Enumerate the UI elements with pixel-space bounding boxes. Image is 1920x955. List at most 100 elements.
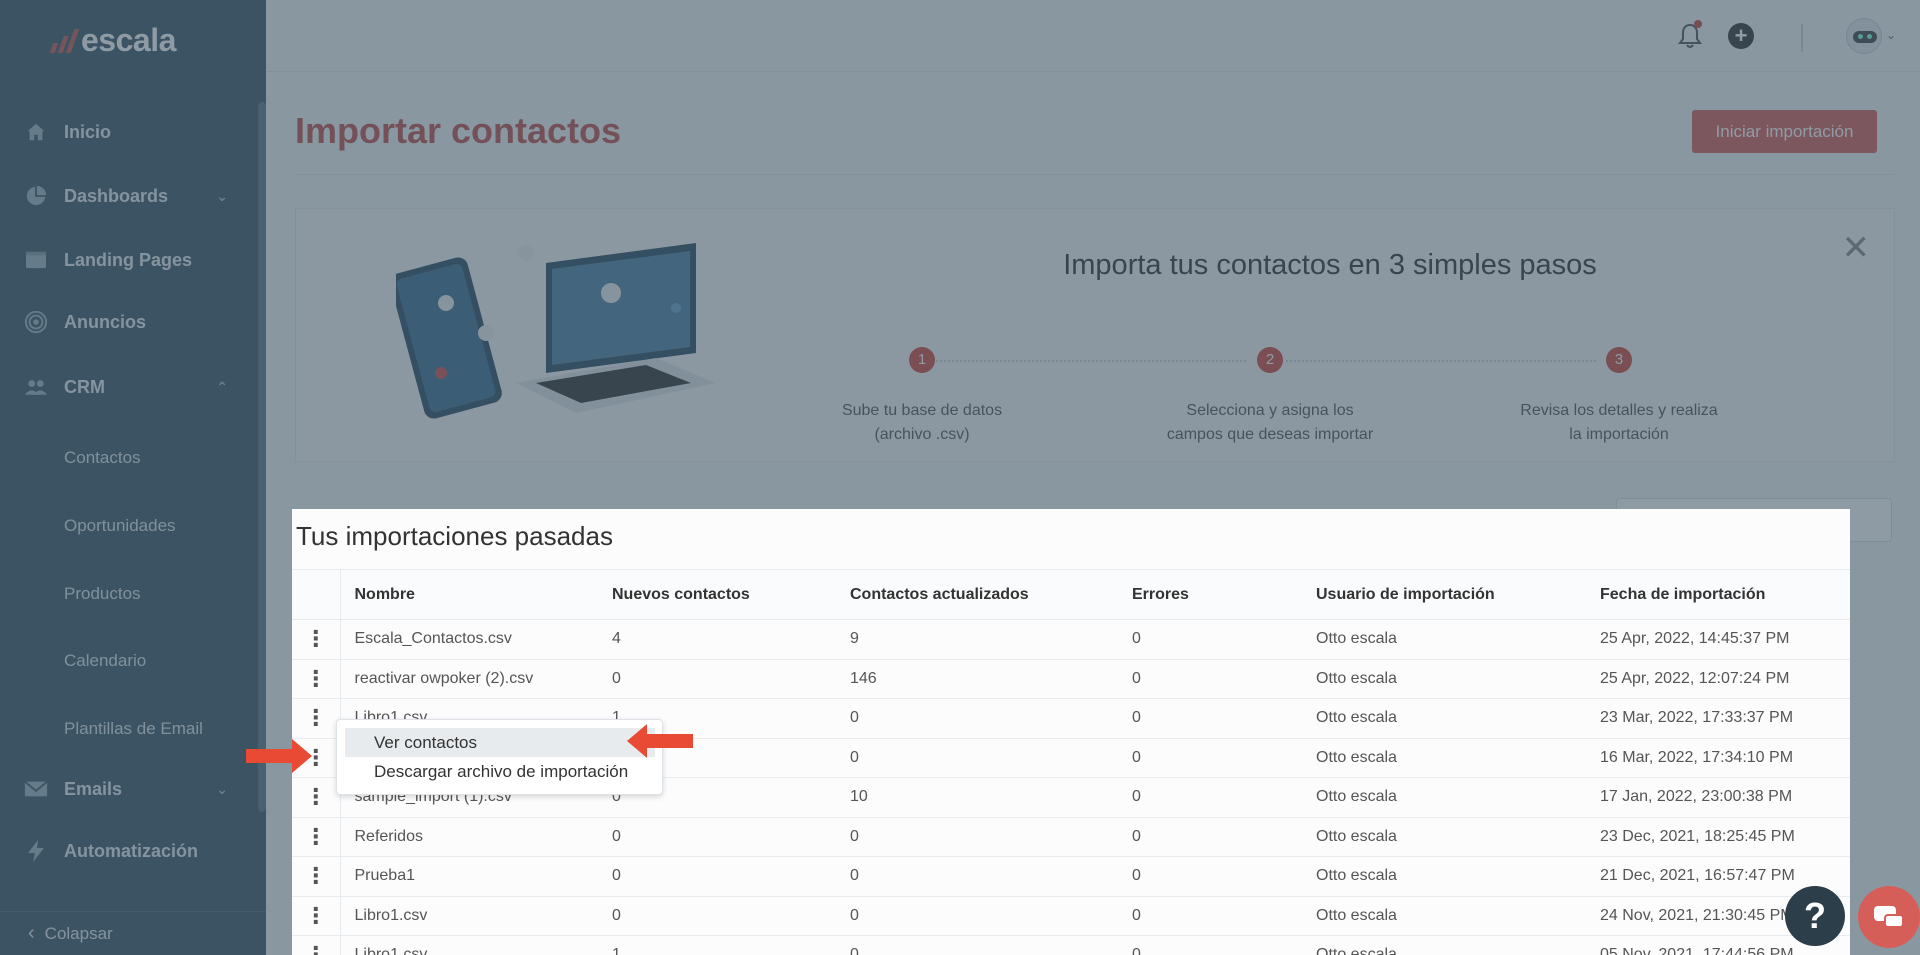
help-button[interactable]: ? <box>1785 886 1845 946</box>
column-header[interactable]: Contactos actualizados <box>850 569 1132 620</box>
step-description: Selecciona y asigna los campos que desea… <box>1166 402 1374 443</box>
sidebar-item-label: Emails <box>64 778 123 799</box>
cell-nuevos: 0 <box>612 856 850 897</box>
cell-nuevos: 1 <box>612 935 850 955</box>
step-connector <box>936 360 1246 362</box>
notifications-bell-icon[interactable] <box>1676 20 1704 50</box>
topbar: + ⌄ <box>266 0 1920 72</box>
menu-item-ver-contactos[interactable]: Ver contactos <box>345 728 655 757</box>
sidebar-subitem-plantillas-email[interactable]: Plantillas de Email <box>64 719 203 739</box>
cell-usuario: Otto escala <box>1316 698 1600 739</box>
sidebar: escala Inicio Dashboards ⌄ Landing Pages… <box>0 0 266 955</box>
cell-usuario: Otto escala <box>1316 659 1600 699</box>
step-number: 1 <box>909 347 935 373</box>
step-description: Revisa los detalles y realiza la importa… <box>1520 402 1718 443</box>
sidebar-subitem-contactos[interactable]: Contactos <box>64 448 141 468</box>
cell-errores: 0 <box>1132 817 1316 857</box>
sidebar-item-label: Landing Pages <box>64 249 193 270</box>
chevron-down-icon[interactable]: ⌄ <box>1886 28 1896 42</box>
cell-fecha: 23 Dec, 2021, 18:25:45 PM <box>1600 817 1850 857</box>
row-actions-kebab-icon[interactable]: ⋮ <box>292 659 341 699</box>
pie-chart-icon <box>24 184 48 208</box>
cell-errores: 0 <box>1132 698 1316 739</box>
column-header[interactable]: Fecha de importación <box>1600 569 1850 620</box>
row-actions-kebab-icon[interactable]: ⋮ <box>292 856 341 897</box>
sidebar-item-dashboards[interactable]: Dashboards ⌄ <box>0 174 258 218</box>
cell-usuario: Otto escala <box>1316 856 1600 897</box>
sidebar-item-inicio[interactable]: Inicio <box>0 110 258 154</box>
cell-nombre: Escala_Contactos.csv <box>340 619 612 660</box>
row-actions-menu: Ver contactos Descargar archivo de impor… <box>336 719 663 795</box>
cell-nuevos: 0 <box>612 896 850 936</box>
cell-errores: 0 <box>1132 738 1316 778</box>
cell-nombre: Libro1.csv <box>340 935 612 955</box>
cell-usuario: Otto escala <box>1316 896 1600 936</box>
column-header[interactable]: Errores <box>1132 569 1316 620</box>
collapse-label: Colapsar <box>44 923 113 943</box>
table-row[interactable]: ⋮ Libro1.csv 1 0 0 Otto escala 05 Nov, 2021, 1… <box>292 935 1850 955</box>
sidebar-item-emails[interactable]: Emails ⌄ <box>0 767 258 811</box>
sidebar-item-crm[interactable]: CRM ⌃ <box>0 365 258 409</box>
column-header[interactable]: Nuevos contactos <box>612 569 850 620</box>
escala-logo[interactable]: escala <box>49 22 176 59</box>
row-actions-kebab-icon[interactable]: ⋮ <box>292 935 341 955</box>
collapse-sidebar-button[interactable]: ‹ Colapsar <box>0 911 266 955</box>
cell-errores: 0 <box>1132 856 1316 897</box>
add-button[interactable]: + <box>1727 22 1755 50</box>
logo-text: escala <box>81 22 176 58</box>
cell-nombre: reactivar owpoker (2).csv <box>340 659 612 699</box>
table-header-row: Nombre Nuevos contactos Contactos actual… <box>292 569 1850 620</box>
banner-title: Importa tus contactos en 3 simples pasos <box>1063 249 1597 281</box>
table-row[interactable]: ⋮ Libro1.csv 0 0 0 Otto escala 24 Nov, 2021, 2… <box>292 896 1850 936</box>
sidebar-item-label: Inicio <box>64 121 112 142</box>
bolt-icon <box>24 839 48 863</box>
menu-item-descargar-archivo[interactable]: Descargar archivo de importación <box>345 757 655 786</box>
sidebar-subitem-calendario[interactable]: Calendario <box>64 651 146 671</box>
cell-actualizados: 0 <box>850 896 1132 936</box>
step-description: Sube tu base de datos (archivo .csv) <box>841 402 1003 443</box>
users-icon <box>24 375 48 399</box>
cell-fecha: 16 Mar, 2022, 17:34:10 PM <box>1600 738 1850 778</box>
sidebar-item-anuncios[interactable]: Anuncios <box>0 300 258 344</box>
cell-errores: 0 <box>1132 619 1316 660</box>
cell-nombre: Libro1.csv <box>340 896 612 936</box>
avatar[interactable] <box>1846 18 1882 54</box>
cell-nuevos: 4 <box>612 619 850 660</box>
row-actions-kebab-icon[interactable]: ⋮ <box>292 817 341 857</box>
sidebar-subitem-oportunidades[interactable]: Oportunidades <box>64 516 176 536</box>
cell-errores: 0 <box>1132 896 1316 936</box>
table-row[interactable]: ⋮ reactivar owpoker (2).csv 0 146 0 Otto esca… <box>292 659 1850 699</box>
sidebar-item-automatizacion[interactable]: Automatización <box>0 829 258 873</box>
browser-icon <box>24 248 48 272</box>
sidebar-item-label: Dashboards <box>64 185 169 206</box>
column-header[interactable]: Nombre <box>340 569 612 620</box>
cell-usuario: Otto escala <box>1316 738 1600 778</box>
cell-actualizados: 9 <box>850 619 1132 660</box>
row-actions-kebab-icon[interactable]: ⋮ <box>292 619 341 660</box>
table-row[interactable]: ⋮ Prueba1 0 0 0 Otto escala 21 Dec, 2021, 16:5… <box>292 856 1850 897</box>
row-actions-kebab-icon[interactable]: ⋮ <box>292 896 341 936</box>
row-actions-kebab-icon[interactable]: ⋮ <box>292 698 341 739</box>
table-row[interactable]: ⋮ Referidos 0 0 0 Otto escala 23 Dec, 2021, 18… <box>292 817 1850 857</box>
row-actions-kebab-icon[interactable]: ⋮ <box>292 777 341 818</box>
close-icon[interactable]: ✕ <box>1842 231 1871 265</box>
cell-actualizados: 0 <box>850 738 1132 778</box>
cell-nombre: Prueba1 <box>340 856 612 897</box>
notification-dot <box>1694 20 1702 28</box>
sidebar-subitem-productos[interactable]: Productos <box>64 584 141 604</box>
section-title: Tus importaciones pasadas <box>296 521 613 551</box>
cell-actualizados: 0 <box>850 817 1132 857</box>
table-row[interactable]: ⋮ Escala_Contactos.csv 4 9 0 Otto escala 25 Ap… <box>292 619 1850 660</box>
chat-button[interactable] <box>1858 886 1920 948</box>
sidebar-item-label: Automatización <box>64 840 199 861</box>
start-import-button[interactable]: Iniciar importación <box>1692 110 1877 153</box>
cell-nombre: Referidos <box>340 817 612 857</box>
column-header[interactable]: Usuario de importación <box>1316 569 1600 620</box>
step-connector <box>1286 360 1596 362</box>
cell-actualizados: 0 <box>850 698 1132 739</box>
sidebar-item-landing-pages[interactable]: Landing Pages <box>0 238 258 282</box>
cell-fecha: 25 Apr, 2022, 12:07:24 PM <box>1600 659 1850 699</box>
cell-actualizados: 0 <box>850 856 1132 897</box>
sidebar-scrollbar[interactable] <box>258 102 266 812</box>
divider <box>1801 24 1803 52</box>
